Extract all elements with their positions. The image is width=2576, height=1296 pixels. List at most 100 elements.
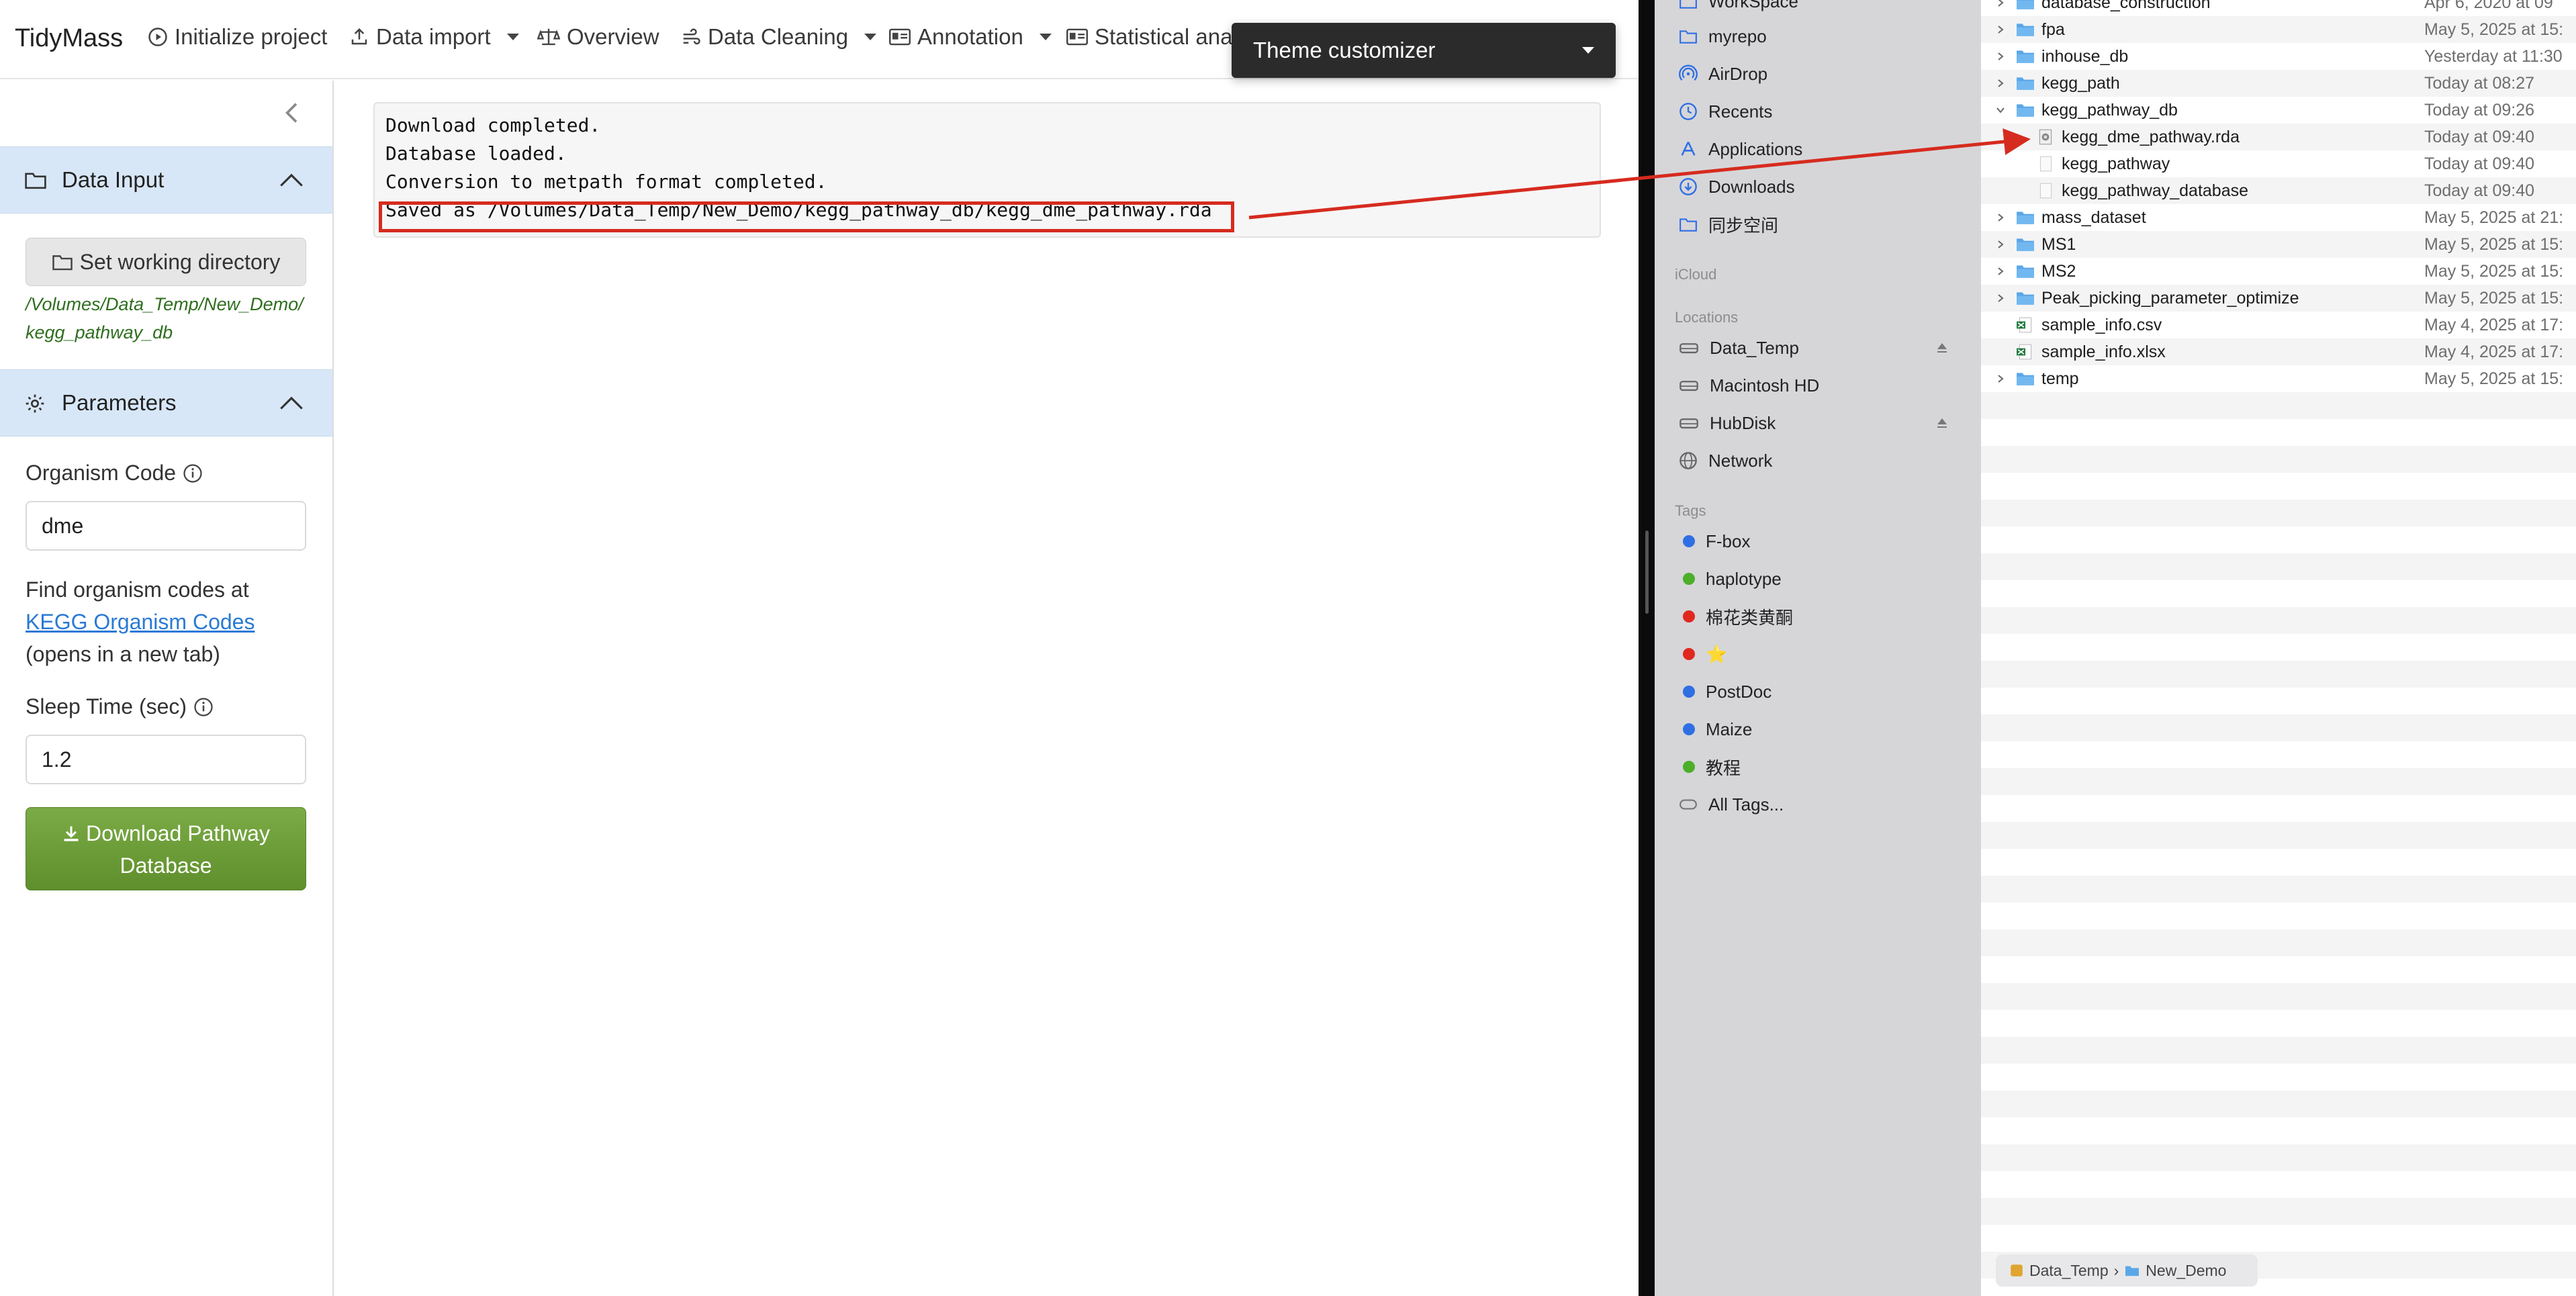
item-label: F-box bbox=[1706, 530, 1751, 551]
file-row[interactable]: kegg_path Today at 08:27 bbox=[1981, 70, 2576, 97]
accordion-parameters[interactable]: Parameters bbox=[0, 369, 332, 436]
nav-data-cleaning[interactable]: Data Cleaning bbox=[681, 24, 877, 50]
finder-location-item[interactable]: Network bbox=[1679, 447, 1772, 474]
empty-row bbox=[1981, 849, 2576, 876]
file-row[interactable]: fpa May 5, 2025 at 15: bbox=[1981, 16, 2576, 43]
finder-sidebar-item[interactable]: Recents bbox=[1679, 98, 1772, 125]
sleep-time-input[interactable]: 1.2 bbox=[26, 735, 306, 784]
disclosure-down-icon[interactable] bbox=[1996, 105, 2005, 115]
empty-row bbox=[1981, 902, 2576, 929]
network-globe-icon bbox=[1680, 452, 1697, 469]
caret-down-icon bbox=[1582, 47, 1594, 54]
accordion-title: Data Input bbox=[62, 167, 165, 192]
file-row[interactable]: mass_dataset May 5, 2025 at 21: bbox=[1981, 204, 2576, 231]
file-row[interactable]: kegg_pathway_db Today at 09:26 bbox=[1981, 97, 2576, 124]
disclosure-right-icon[interactable] bbox=[1996, 374, 2005, 383]
finder-sidebar-item[interactable]: 同步空间 bbox=[1679, 211, 1778, 238]
item-label: Recents bbox=[1708, 101, 1773, 122]
resize-handle[interactable] bbox=[1645, 530, 1649, 614]
file-row[interactable]: sample_info.csv May 4, 2025 at 17: bbox=[1981, 312, 2576, 338]
file-row[interactable]: MS2 May 5, 2025 at 15: bbox=[1981, 258, 2576, 285]
accordion-data-input[interactable]: Data Input bbox=[0, 146, 332, 214]
log-line: Download completed. bbox=[385, 114, 601, 136]
drive-icon bbox=[1680, 343, 1698, 354]
kegg-organism-codes-link[interactable]: KEGG Organism Codes bbox=[26, 610, 255, 634]
disclosure-right-icon[interactable] bbox=[1996, 0, 2005, 7]
tag-color-dot bbox=[1683, 723, 1695, 735]
disclosure-right-icon[interactable] bbox=[1996, 267, 2005, 276]
empty-row bbox=[1981, 392, 2576, 419]
eject-icon[interactable] bbox=[1935, 416, 1949, 430]
finder-sidebar-item[interactable]: AirDrop bbox=[1679, 60, 1767, 87]
folder-icon bbox=[52, 255, 73, 271]
disclosure-right-icon[interactable] bbox=[1996, 240, 2005, 249]
section-header-locations[interactable]: Locations bbox=[1675, 309, 1738, 326]
section-header-icloud[interactable]: iCloud bbox=[1675, 266, 1716, 283]
file-row[interactable]: Peak_picking_parameter_optimize May 5, 20… bbox=[1981, 285, 2576, 312]
file-name: database_construction bbox=[2041, 0, 2211, 12]
document-file-icon bbox=[2039, 183, 2052, 199]
file-row[interactable]: inhouse_db Yesterday at 11:30 bbox=[1981, 43, 2576, 70]
empty-row bbox=[1981, 634, 2576, 661]
set-working-directory-button[interactable]: Set working directory bbox=[26, 238, 306, 286]
finder-tag-item[interactable]: 棉花类黄酮 bbox=[1679, 603, 1793, 630]
nav-label: Annotation bbox=[917, 24, 1023, 49]
file-row[interactable]: sample_info.xlsx May 4, 2025 at 17: bbox=[1981, 338, 2576, 365]
info-icon[interactable] bbox=[183, 463, 203, 483]
window-divider[interactable] bbox=[1639, 0, 1655, 1296]
disclosure-right-icon[interactable] bbox=[1996, 79, 2005, 88]
finder-tag-item[interactable]: ⭐ bbox=[1679, 641, 1727, 667]
empty-row bbox=[1981, 983, 2576, 1010]
nav-initialize-project[interactable]: Initialize project bbox=[148, 24, 327, 50]
file-date-modified: Today at 09:40 bbox=[2424, 154, 2535, 173]
item-label: haplotype bbox=[1706, 568, 1782, 589]
nav-data-import[interactable]: Data import bbox=[349, 24, 519, 50]
finder-tag-item[interactable]: 教程 bbox=[1679, 753, 1741, 780]
folder-icon bbox=[2017, 373, 2034, 385]
empty-row bbox=[1981, 822, 2576, 849]
eject-icon[interactable] bbox=[1935, 341, 1949, 355]
file-date-modified: Today at 09:26 bbox=[2424, 101, 2535, 120]
download-pathway-database-button[interactable]: Download Pathway Database bbox=[26, 807, 306, 890]
empty-row bbox=[1981, 661, 2576, 688]
file-row[interactable]: kegg_dme_pathway.rda Today at 09:40 bbox=[1981, 124, 2576, 150]
finder-tag-item[interactable]: PostDoc bbox=[1679, 678, 1772, 705]
nav-overview[interactable]: Overview bbox=[537, 24, 659, 50]
sleep-time-label: Sleep Time (sec) bbox=[26, 694, 214, 719]
section-header-tags[interactable]: Tags bbox=[1675, 502, 1706, 520]
finder-tag-item[interactable]: haplotype bbox=[1679, 565, 1782, 592]
finder-tag-item[interactable]: Maize bbox=[1679, 716, 1752, 743]
finder-sidebar-item[interactable]: WorkSpace bbox=[1679, 0, 1798, 15]
file-row[interactable]: kegg_pathway_database Today at 09:40 bbox=[1981, 177, 2576, 204]
path-segment[interactable]: Data_Temp bbox=[2029, 1262, 2109, 1280]
finder-location-item[interactable]: HubDisk bbox=[1679, 410, 1776, 436]
theme-customizer-dropdown[interactable]: Theme customizer bbox=[1232, 23, 1616, 78]
empty-row bbox=[1981, 1117, 2576, 1144]
file-row[interactable]: temp May 5, 2025 at 15: bbox=[1981, 365, 2576, 392]
finder-location-item[interactable]: Macintosh HD bbox=[1679, 372, 1819, 399]
file-date-modified: May 5, 2025 at 15: bbox=[2424, 262, 2564, 281]
disclosure-right-icon[interactable] bbox=[1996, 293, 2005, 303]
disclosure-right-icon[interactable] bbox=[1996, 52, 2005, 61]
disclosure-right-icon[interactable] bbox=[1996, 25, 2005, 34]
finder-tag-item[interactable]: F-box bbox=[1679, 528, 1750, 555]
file-row[interactable]: MS1 May 5, 2025 at 15: bbox=[1981, 231, 2576, 258]
file-date-modified: May 5, 2025 at 15: bbox=[2424, 369, 2564, 388]
finder-sidebar-item[interactable]: Applications bbox=[1679, 136, 1802, 163]
nav-statistical-analysis[interactable]: Statistical ana bbox=[1066, 24, 1232, 50]
organism-code-input[interactable]: dme bbox=[26, 501, 306, 551]
nav-annotation[interactable]: Annotation bbox=[889, 24, 1052, 50]
finder-sidebar-item[interactable]: myrepo bbox=[1679, 23, 1767, 50]
brand-logo[interactable]: TidyMass bbox=[15, 24, 123, 53]
finder-location-item[interactable]: Data_Temp bbox=[1679, 334, 1799, 361]
file-row[interactable]: kegg_pathway Today at 09:40 bbox=[1981, 150, 2576, 177]
file-date-modified: May 5, 2025 at 21: bbox=[2424, 208, 2564, 227]
finder-sidebar-item[interactable]: Downloads bbox=[1679, 173, 1795, 200]
file-row[interactable]: database_construction Apr 6, 2020 at 09 bbox=[1981, 0, 2576, 16]
disclosure-right-icon[interactable] bbox=[1996, 213, 2005, 222]
info-icon[interactable] bbox=[193, 697, 214, 717]
path-segment[interactable]: New_Demo bbox=[2146, 1262, 2226, 1280]
rda-file-icon bbox=[2039, 129, 2052, 145]
collapse-sidebar-chevron-icon[interactable] bbox=[281, 99, 305, 126]
finder-all-tags[interactable]: All Tags... bbox=[1679, 791, 1784, 818]
